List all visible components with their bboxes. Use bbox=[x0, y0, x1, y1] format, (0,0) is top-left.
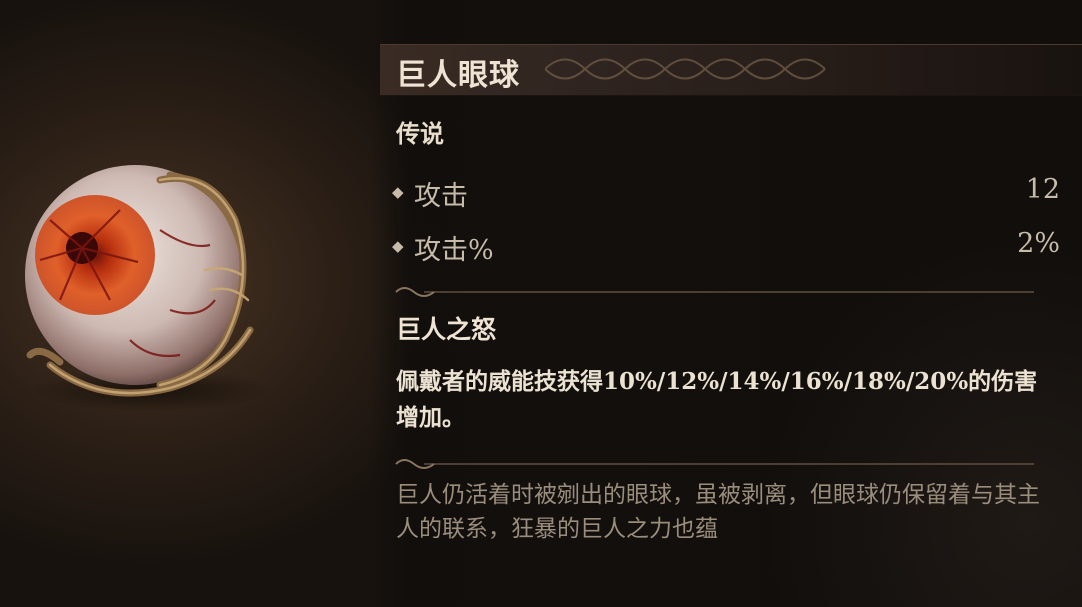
stat-row: ◆ 攻击% 2% bbox=[392, 228, 1060, 268]
stat-label: 攻击 bbox=[414, 181, 468, 212]
section-divider bbox=[395, 287, 1034, 297]
diamond-bullet-icon: ◆ bbox=[392, 183, 404, 201]
stat-label: 攻击% bbox=[414, 235, 494, 266]
section-divider bbox=[395, 459, 1034, 469]
stat-value: 2% bbox=[1017, 228, 1060, 259]
ability-description: 佩戴者的威能技获得10%/12%/14%/16%/18%/20%的伤害增加。 bbox=[396, 368, 1038, 431]
ability-title: 巨人之怒 bbox=[396, 315, 497, 344]
ornament-icon bbox=[545, 58, 826, 80]
item-tooltip-screen: 巨人眼球 传说 ◆ 攻击 12 ◆ 攻击% 2% 巨人之怒 佩戴者的威能技获得1… bbox=[0, 0, 1082, 607]
flavor-text: 巨人仍活着时被剜出的眼球，虽被剥离，但眼球仍保留着与其主人的联系，狂暴的巨人之力… bbox=[396, 482, 1040, 542]
diamond-bullet-icon: ◆ bbox=[392, 237, 404, 255]
item-name: 巨人眼球 bbox=[396, 58, 520, 93]
item-rarity: 传说 bbox=[396, 119, 444, 148]
stat-row: ◆ 攻击 12 bbox=[392, 174, 1060, 214]
stat-value: 12 bbox=[1025, 174, 1060, 205]
giant-eyeball-icon bbox=[25, 165, 270, 412]
